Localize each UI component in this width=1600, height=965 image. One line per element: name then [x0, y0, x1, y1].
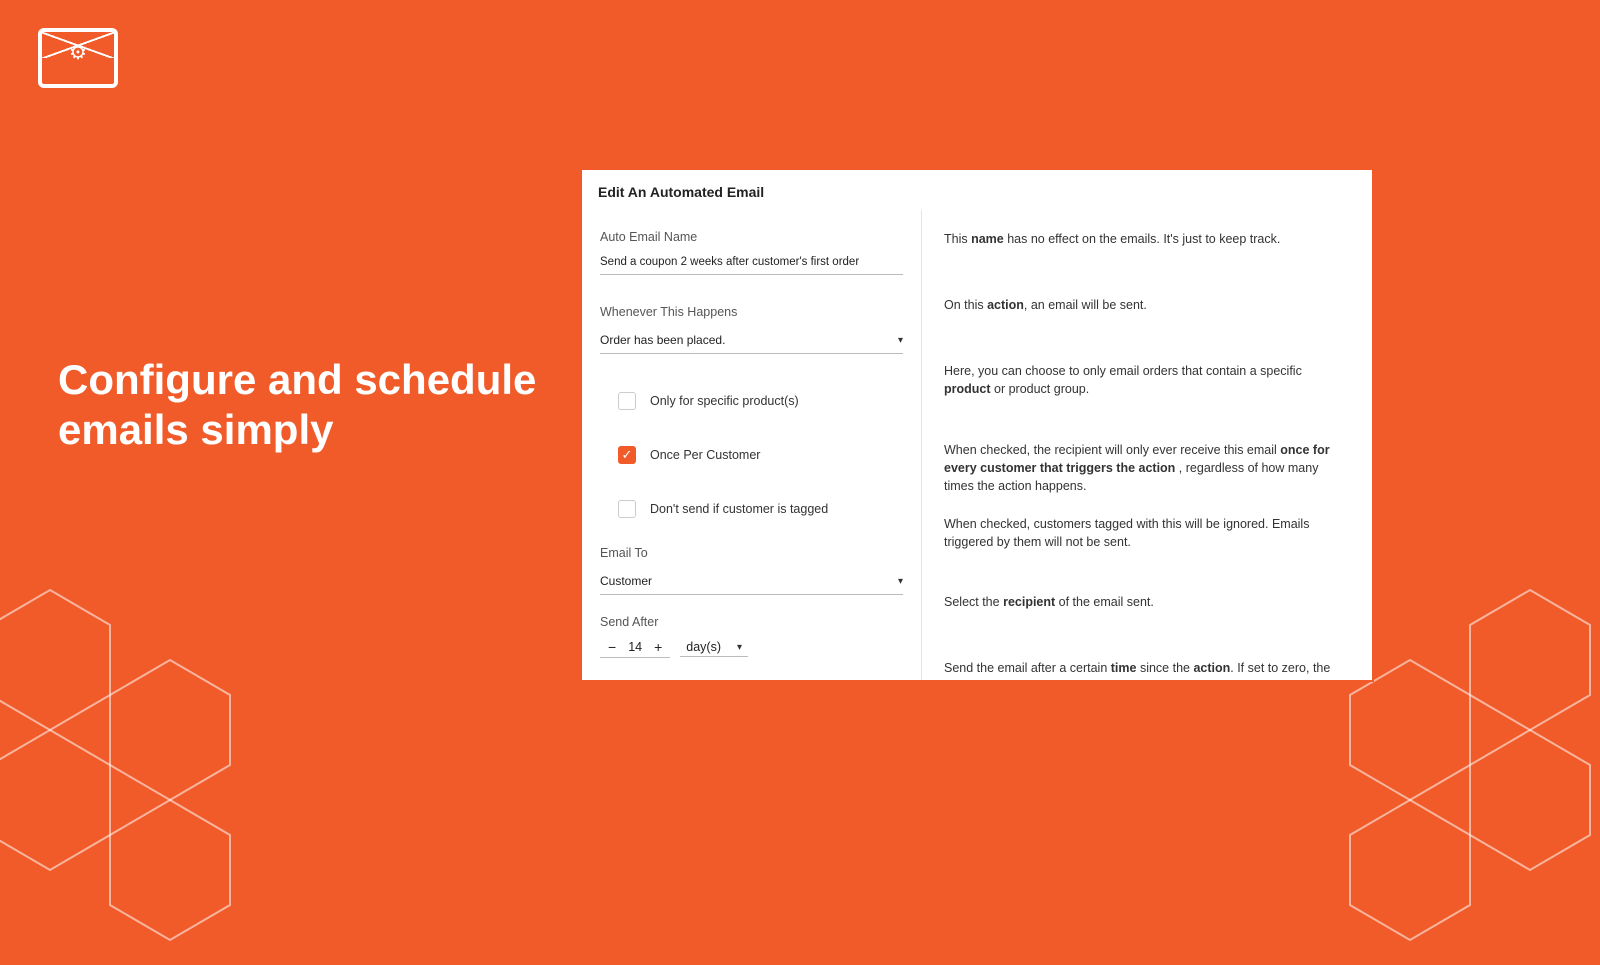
once-per-customer-label: Once Per Customer — [650, 448, 760, 462]
send-after-unit-select[interactable]: day(s) ▾ — [680, 638, 748, 657]
email-to-label: Email To — [600, 546, 903, 560]
help-trigger: On this action, an email will be sent. — [944, 296, 1350, 314]
only-specific-label: Only for specific product(s) — [650, 394, 799, 408]
marketing-headline: Configure and schedule emails simply — [58, 355, 538, 456]
panel-title: Edit An Automated Email — [582, 170, 1372, 210]
decrement-button[interactable]: − — [604, 639, 620, 655]
trigger-field-label: Whenever This Happens — [600, 305, 903, 319]
help-column: This name has no effect on the emails. I… — [922, 210, 1372, 680]
edit-email-panel: Edit An Automated Email Auto Email Name … — [582, 170, 1372, 680]
decoration-hexagons-left — [0, 560, 320, 965]
name-field-label: Auto Email Name — [600, 230, 903, 244]
dont-send-tagged-label: Don't send if customer is tagged — [650, 502, 828, 516]
only-specific-checkbox[interactable] — [618, 392, 636, 410]
send-after-unit-value: day(s) — [686, 640, 721, 654]
form-column: Auto Email Name Whenever This Happens Or… — [582, 210, 922, 680]
send-after-value: 14 — [628, 640, 642, 654]
send-after-stepper[interactable]: − 14 + — [600, 637, 670, 658]
help-specific: Here, you can choose to only email order… — [944, 362, 1350, 398]
chevron-down-icon: ▾ — [898, 576, 903, 587]
help-send-after: Send the email after a certain time sinc… — [944, 659, 1350, 680]
trigger-select[interactable]: Order has been placed. ▾ — [600, 327, 903, 354]
dont-send-tagged-checkbox[interactable] — [618, 500, 636, 518]
help-dont-send: When checked, customers tagged with this… — [944, 515, 1350, 551]
name-input[interactable] — [600, 252, 903, 275]
email-to-select[interactable]: Customer ▾ — [600, 568, 903, 595]
trigger-select-value: Order has been placed. — [600, 333, 725, 347]
app-logo-icon: ⚙ — [38, 28, 118, 88]
chevron-down-icon: ▾ — [737, 642, 742, 653]
gear-icon: ⚙ — [69, 40, 87, 65]
help-name: This name has no effect on the emails. I… — [944, 230, 1350, 248]
increment-button[interactable]: + — [650, 639, 666, 655]
help-email-to: Select the recipient of the email sent. — [944, 593, 1350, 611]
once-per-customer-checkbox[interactable]: ✓ — [618, 446, 636, 464]
chevron-down-icon: ▾ — [898, 335, 903, 346]
send-after-label: Send After — [600, 615, 903, 629]
email-to-value: Customer — [600, 574, 652, 588]
help-once: When checked, the recipient will only ev… — [944, 441, 1350, 495]
